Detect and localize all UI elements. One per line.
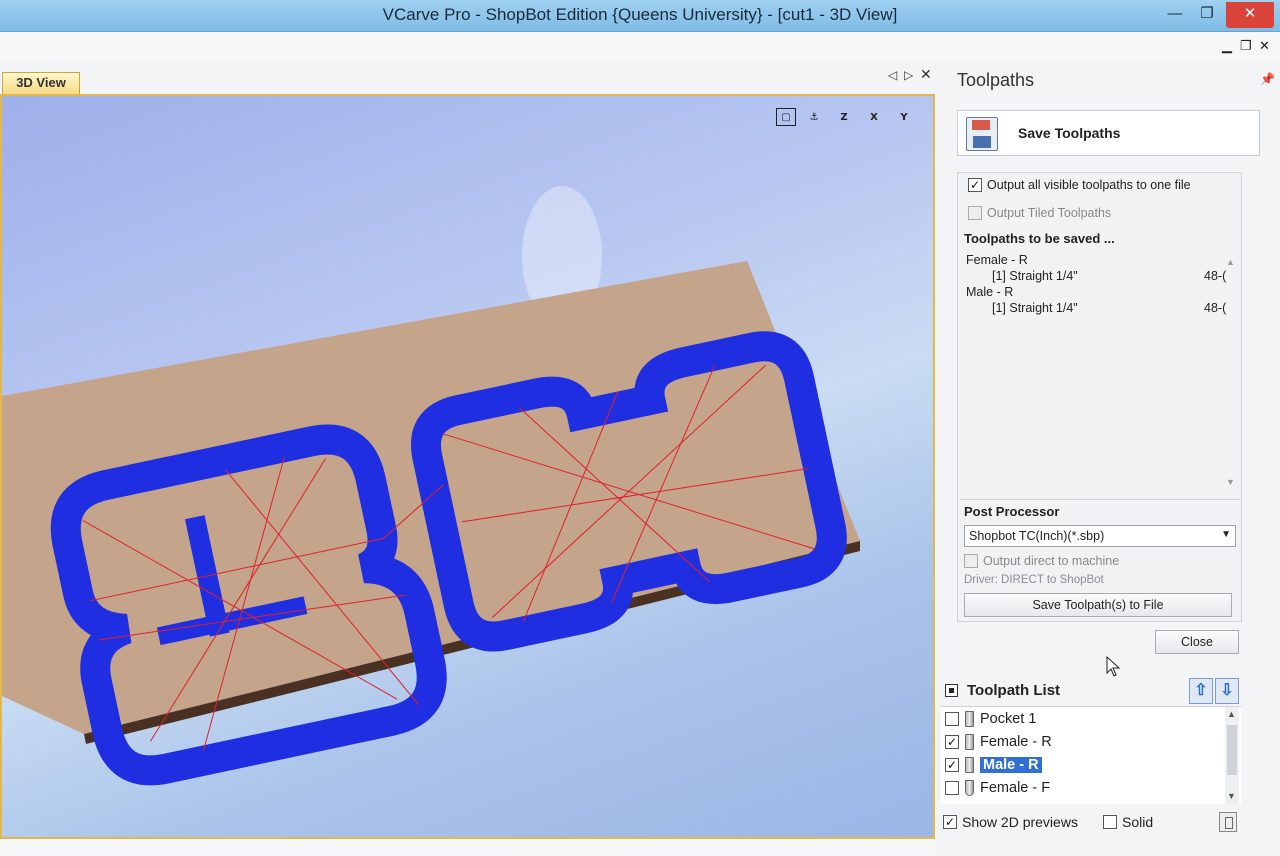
mdi-close-button[interactable]: ✕ xyxy=(1259,38,1270,54)
close-tab-icon[interactable]: ✕ xyxy=(920,66,932,83)
list-item[interactable]: ✓ Female - R xyxy=(945,732,1052,752)
toolpath-checkbox[interactable] xyxy=(945,781,959,795)
toolpaths-panel: Toolpaths 📌 Save Toolpaths ✓ Output all … xyxy=(935,60,1280,856)
mdi-bar: ▁ ❐ ✕ xyxy=(0,32,1280,60)
saved-group: Female - R xyxy=(966,253,1028,267)
tab-3d-view[interactable]: 3D View xyxy=(2,72,80,94)
title-bar: VCarve Pro - ShopBot Edition {Queens Uni… xyxy=(0,0,1280,32)
output-tiled-label: Output Tiled Toolpaths xyxy=(987,206,1112,220)
save-disk-icon xyxy=(966,117,998,151)
collapse-icon[interactable] xyxy=(945,684,958,697)
pin-icon[interactable]: 📌 xyxy=(1260,72,1275,86)
toolpath-list-scrollbar[interactable]: ▲ ▼ xyxy=(1225,707,1239,804)
saved-tool: [1] Straight 1/4" xyxy=(992,269,1078,283)
list-item[interactable]: Female - F xyxy=(945,778,1050,798)
toolpath-list-header: Toolpath List ⇧ ⇩ xyxy=(943,678,1243,706)
save-options-group: ✓ Output all visible toolpaths to one fi… xyxy=(957,172,1242,622)
view-y-button[interactable]: Y xyxy=(892,106,916,128)
output-direct-label: Output direct to machine xyxy=(983,554,1120,568)
window-title: VCarve Pro - ShopBot Edition {Queens Uni… xyxy=(382,5,898,24)
mouse-cursor-icon xyxy=(1106,656,1121,677)
saved-group: Male - R xyxy=(966,285,1014,299)
output-tiled-row: Output Tiled Toolpaths xyxy=(968,206,1111,220)
minimize-button[interactable]: — xyxy=(1160,2,1190,28)
output-all-label: Output all visible toolpaths to one file xyxy=(987,178,1191,192)
divider xyxy=(960,499,1240,500)
toolpath-checkbox[interactable]: ✓ xyxy=(945,758,959,772)
panel-title: Toolpaths xyxy=(957,70,1035,90)
mdi-minimize-button[interactable]: ▁ xyxy=(1222,38,1232,54)
show-2d-label: Show 2D previews xyxy=(962,814,1078,830)
post-processor-value: Shopbot TC(Inch)(*.sbp) xyxy=(969,529,1105,543)
zoom-fit-icon[interactable]: ▢ xyxy=(776,108,796,126)
chevron-down-icon: ▼ xyxy=(1221,529,1231,540)
toolpath-checkbox[interactable] xyxy=(945,712,959,726)
toolpath-list: Pocket 1 ✓ Female - R ✓ Male - R Female … xyxy=(941,706,1241,804)
list-item[interactable]: ✓ Male - R xyxy=(945,755,1042,775)
move-up-icon[interactable]: ⇧ xyxy=(1189,678,1213,704)
solid-row[interactable]: Solid xyxy=(1103,814,1153,830)
straight-tool-icon xyxy=(965,711,974,727)
solid-label: Solid xyxy=(1122,814,1154,830)
3d-scene xyxy=(2,186,860,786)
close-window-button[interactable]: ✕ xyxy=(1226,2,1274,28)
saved-list-scrollbar[interactable]: ▲ ▼ xyxy=(1226,257,1238,493)
list-item[interactable]: Pocket 1 xyxy=(945,709,1036,729)
save-toolpaths-label: Save Toolpaths xyxy=(1018,125,1121,141)
tab-scroll-left-icon[interactable]: ◁ xyxy=(888,68,897,82)
maximize-button[interactable]: ❐ xyxy=(1192,2,1222,28)
output-all-checkbox[interactable]: ✓ xyxy=(968,178,982,192)
toolpath-name: Pocket 1 xyxy=(980,711,1037,727)
mdi-restore-button[interactable]: ❐ xyxy=(1240,38,1252,54)
straight-tool-icon xyxy=(965,757,974,773)
output-all-row[interactable]: ✓ Output all visible toolpaths to one fi… xyxy=(968,178,1191,192)
toolpaths-to-save-list: Female - R [1] Straight 1/4" 48-( Male -… xyxy=(964,253,1234,497)
output-direct-row: Output direct to machine xyxy=(964,554,1119,568)
output-direct-checkbox xyxy=(964,554,978,568)
to-be-saved-heading: Toolpaths to be saved ... xyxy=(964,231,1115,246)
post-processor-select[interactable]: Shopbot TC(Inch)(*.sbp) ▼ xyxy=(964,525,1236,547)
save-toolpaths-to-file-button[interactable]: Save Toolpath(s) to File xyxy=(964,593,1232,617)
post-processor-heading: Post Processor xyxy=(964,504,1060,519)
solid-checkbox[interactable] xyxy=(1103,815,1117,829)
scroll-thumb[interactable] xyxy=(1227,725,1237,775)
toolpath-name: Female - F xyxy=(980,780,1051,796)
straight-tool-icon xyxy=(965,734,974,750)
view-x-button[interactable]: X xyxy=(862,106,886,128)
ball-nose-tool-icon xyxy=(965,780,974,796)
tab-scroll-right-icon[interactable]: ▷ xyxy=(904,68,913,82)
toolpath-name: Female - R xyxy=(980,734,1052,750)
scroll-up-icon[interactable]: ▲ xyxy=(1227,709,1236,719)
driver-text: Driver: DIRECT to ShopBot xyxy=(964,574,1104,586)
document-tab-strip: 3D View ◁ ▷ ✕ xyxy=(0,60,935,94)
save-toolpaths-header: Save Toolpaths xyxy=(957,110,1260,156)
move-down-icon[interactable]: ⇩ xyxy=(1215,678,1239,704)
view-z-button[interactable]: Z xyxy=(832,106,856,128)
iso-view-icon[interactable]: ⚓ xyxy=(802,106,826,128)
scroll-down-icon[interactable]: ▼ xyxy=(1227,791,1236,801)
toolpath-list-heading: Toolpath List xyxy=(967,682,1061,699)
saved-size: 48-( xyxy=(1204,301,1227,315)
toolpath-checkbox[interactable]: ✓ xyxy=(945,735,959,749)
saved-tool: [1] Straight 1/4" xyxy=(992,301,1078,315)
preview-options: ✓ Show 2D previews Solid xyxy=(943,812,1243,834)
summary-icon[interactable] xyxy=(1219,812,1237,832)
close-button[interactable]: Close xyxy=(1155,630,1239,654)
saved-size: 48-( xyxy=(1204,269,1227,283)
output-tiled-checkbox xyxy=(968,206,982,220)
toolpath-name-selected: Male - R xyxy=(980,757,1042,773)
3d-viewport[interactable]: ▢ ⚓ Z X Y xyxy=(0,94,935,839)
view-toolbar: ▢ ⚓ Z X Y xyxy=(776,106,916,128)
show-2d-checkbox[interactable]: ✓ xyxy=(943,815,957,829)
show-2d-row[interactable]: ✓ Show 2D previews xyxy=(943,814,1078,830)
